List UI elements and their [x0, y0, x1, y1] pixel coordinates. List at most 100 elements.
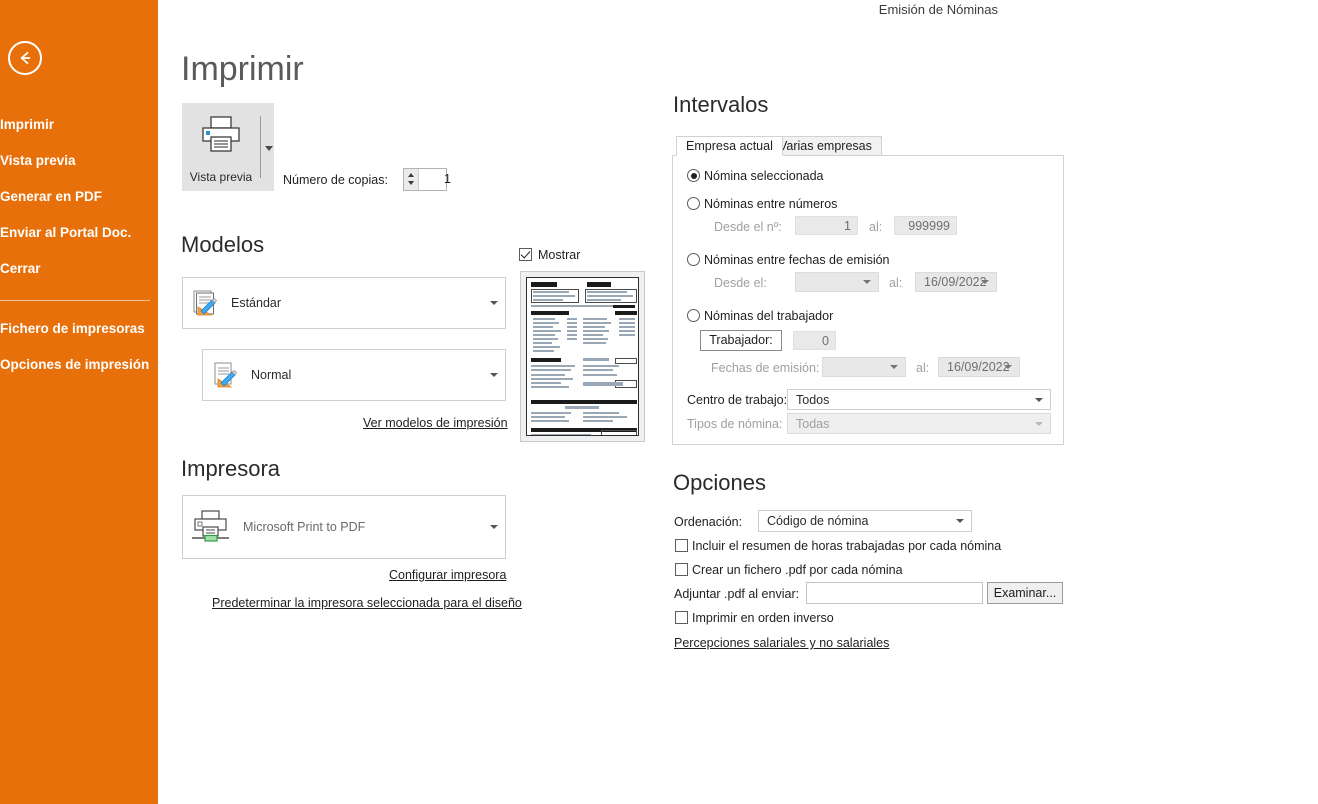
- fechas-emision-to-value: 16/09/2022: [947, 360, 1010, 374]
- fechas-emision-to-datepicker[interactable]: 16/09/2022: [938, 357, 1020, 377]
- document-preview-page: [526, 277, 639, 436]
- sidebar: Imprimir Vista previa Generar en PDF Env…: [0, 0, 158, 804]
- checkbox-crear-fichero-pdf[interactable]: [675, 563, 688, 576]
- tipos-nomina-combo[interactable]: Todas: [787, 413, 1051, 434]
- configurar-impresora-link[interactable]: Configurar impresora: [389, 568, 506, 582]
- checkbox-imprimir-orden-inverso-label: Imprimir en orden inverso: [692, 611, 834, 625]
- tab-label: Empresa actual: [686, 139, 773, 153]
- sidebar-item-cerrar[interactable]: Cerrar: [0, 258, 158, 280]
- al-numero-value: 999999: [908, 218, 950, 233]
- chevron-down-icon[interactable]: [863, 280, 871, 284]
- al-fecha-datepicker[interactable]: 16/09/2022: [915, 272, 997, 292]
- modelo-normal-combo[interactable]: Normal: [202, 349, 506, 401]
- sidebar-item-label: Generar en PDF: [0, 189, 103, 204]
- sidebar-item-label: Enviar al Portal Doc.: [0, 225, 132, 240]
- chevron-down-icon[interactable]: [981, 280, 989, 284]
- vista-previa-button[interactable]: Vista previa: [182, 103, 274, 191]
- sidebar-item-label: Cerrar: [0, 261, 41, 276]
- modelo-estandar-value: Estándar: [231, 296, 282, 310]
- mostrar-checkbox[interactable]: [519, 248, 532, 261]
- examinar-button[interactable]: Examinar...: [987, 582, 1063, 604]
- copies-stepper[interactable]: 1: [403, 168, 451, 191]
- chevron-down-icon[interactable]: [1004, 365, 1012, 369]
- sidebar-item-generar-pdf[interactable]: Generar en PDF: [0, 186, 158, 208]
- tab-varias-empresas[interactable]: Varias empresas: [769, 136, 882, 156]
- sidebar-item-vista-previa[interactable]: Vista previa: [0, 150, 158, 172]
- modelo-estandar-combo[interactable]: Estándar: [182, 277, 506, 329]
- vista-previa-label: Vista previa: [189, 170, 253, 184]
- desde-fecha-label: Desde el:: [714, 276, 767, 290]
- radio-nominas-entre-fechas[interactable]: [687, 253, 700, 266]
- adjuntar-pdf-input[interactable]: [806, 582, 983, 604]
- sidebar-item-label: Vista previa: [0, 153, 76, 168]
- centro-trabajo-combo[interactable]: Todos: [787, 389, 1051, 410]
- sidebar-item-label: Opciones de impresión: [0, 357, 150, 372]
- modelos-heading: Modelos: [181, 232, 265, 257]
- sidebar-item-enviar-portal-doc[interactable]: Enviar al Portal Doc.: [0, 222, 158, 244]
- chevron-down-icon[interactable]: [490, 525, 498, 529]
- al-fecha-value: 16/09/2022: [924, 275, 987, 289]
- fechas-emision-label: Fechas de emisión:: [711, 361, 820, 375]
- document-preview-thumbnail[interactable]: [520, 271, 645, 442]
- chevron-down-icon[interactable]: [890, 365, 898, 369]
- trabajador-button[interactable]: Trabajador:: [700, 330, 782, 351]
- modelo-normal-value: Normal: [251, 368, 292, 382]
- opciones-heading: Opciones: [673, 470, 766, 495]
- al-numero-label: al:: [869, 220, 883, 234]
- chevron-down-icon[interactable]: [1035, 397, 1043, 402]
- impresora-combo[interactable]: Microsoft Print to PDF: [182, 495, 506, 559]
- radio-nominas-trabajador-label: Nóminas del trabajador: [704, 309, 834, 323]
- stepper-up-icon[interactable]: [408, 173, 414, 177]
- tipos-nomina-label: Tipos de nómina:: [687, 417, 783, 431]
- impresora-value: Microsoft Print to PDF: [243, 520, 366, 534]
- sidebar-item-opciones-impresion[interactable]: Opciones de impresión: [0, 354, 158, 376]
- radio-nomina-seleccionada[interactable]: [687, 169, 700, 182]
- sidebar-item-imprimir[interactable]: Imprimir: [0, 114, 158, 136]
- predeterminar-impresora-link[interactable]: Predeterminar la impresora seleccionada …: [212, 596, 522, 610]
- page-title: Imprimir: [181, 50, 304, 88]
- stepper-buttons[interactable]: [404, 169, 419, 190]
- ordenacion-value: Código de nómina: [767, 514, 869, 528]
- back-arrow-icon[interactable]: [8, 41, 42, 75]
- adjuntar-pdf-label: Adjuntar .pdf al enviar:: [674, 587, 800, 601]
- radio-nomina-seleccionada-label: Nómina seleccionada: [704, 169, 824, 183]
- sidebar-item-fichero-impresoras[interactable]: Fichero de impresoras: [0, 318, 158, 340]
- chevron-down-icon[interactable]: [956, 519, 964, 523]
- radio-nominas-entre-numeros-label: Nóminas entre números: [704, 197, 838, 211]
- radio-nominas-trabajador[interactable]: [687, 309, 700, 322]
- impresora-heading: Impresora: [181, 456, 281, 481]
- chevron-down-icon[interactable]: [490, 373, 498, 377]
- checkbox-imprimir-orden-inverso[interactable]: [675, 611, 688, 624]
- radio-nominas-entre-fechas-label: Nóminas entre fechas de emisión: [704, 253, 890, 267]
- fechas-emision-al-label: al:: [916, 361, 930, 375]
- stepper-down-icon[interactable]: [408, 181, 414, 185]
- copies-value: 1: [444, 172, 451, 186]
- fechas-emision-from-datepicker[interactable]: [822, 357, 906, 377]
- ordenacion-combo[interactable]: Código de nómina: [758, 510, 972, 532]
- centro-trabajo-value: Todos: [796, 392, 830, 407]
- tipos-nomina-value: Todas: [796, 416, 830, 431]
- sidebar-item-label: Imprimir: [0, 117, 55, 132]
- checkbox-crear-fichero-pdf-label: Crear un fichero .pdf por cada nómina: [692, 563, 903, 577]
- window-title: Emisión de Nóminas: [878, 2, 998, 17]
- desde-numero-input[interactable]: 1: [795, 216, 858, 235]
- tab-empresa-actual[interactable]: Empresa actual: [676, 136, 783, 156]
- radio-nominas-entre-numeros[interactable]: [687, 197, 700, 210]
- trabajador-code-input[interactable]: 0: [793, 331, 836, 350]
- print-dialog-window: Emisión de Nóminas Imprimir Vista previa…: [0, 0, 1318, 804]
- al-numero-input[interactable]: 999999: [894, 216, 957, 235]
- copies-label: Número de copias:: [283, 173, 388, 187]
- centro-trabajo-label: Centro de trabajo:: [687, 393, 788, 407]
- chevron-down-icon[interactable]: [490, 301, 498, 305]
- chevron-down-icon[interactable]: [1035, 421, 1043, 426]
- sidebar-item-label: Fichero de impresoras: [0, 321, 145, 336]
- checkbox-incluir-resumen[interactable]: [675, 539, 688, 552]
- desde-numero-value: 1: [844, 218, 851, 233]
- tab-label: Varias empresas: [779, 139, 872, 153]
- button-separator: [260, 116, 261, 178]
- sidebar-divider: [0, 300, 150, 301]
- desde-fecha-datepicker[interactable]: [795, 272, 879, 292]
- ver-modelos-impresion-link[interactable]: Ver modelos de impresión: [363, 416, 508, 430]
- percepciones-salariales-link[interactable]: Percepciones salariales y no salariales: [674, 636, 889, 650]
- chevron-down-icon[interactable]: [265, 146, 273, 151]
